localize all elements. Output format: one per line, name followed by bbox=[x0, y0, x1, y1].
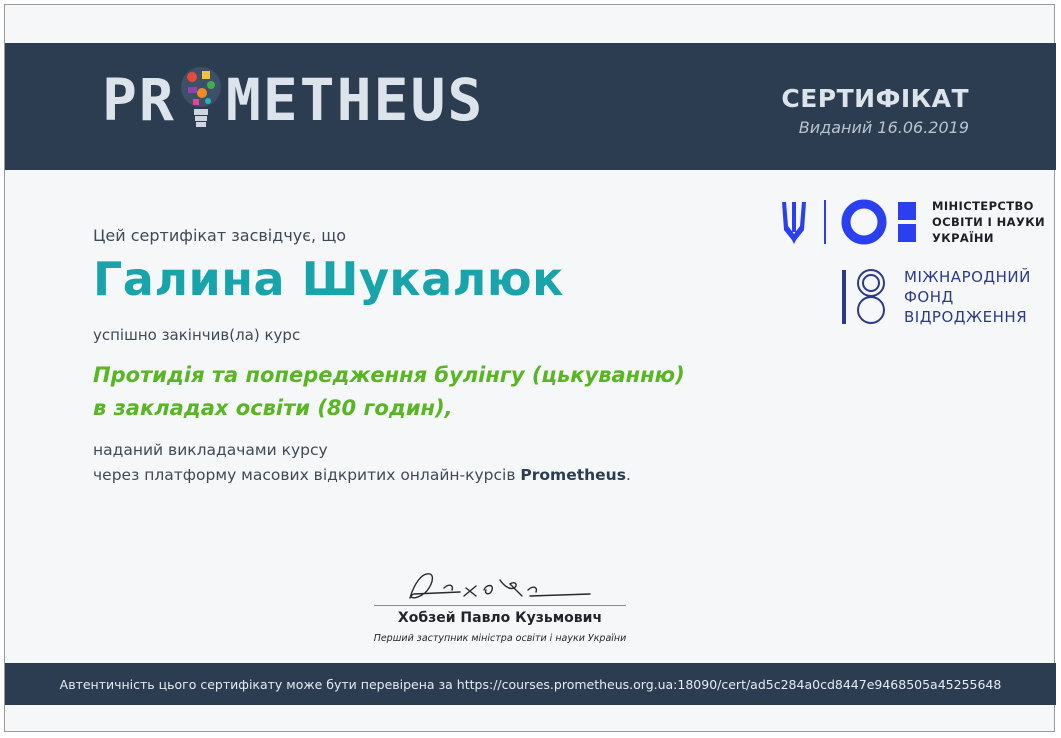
square-mark bbox=[898, 202, 916, 220]
certificate-title: СЕРТИФІКАТ bbox=[781, 84, 969, 113]
logo-text-left: PR bbox=[102, 66, 176, 134]
prometheus-logo: PR METHEUS bbox=[102, 60, 484, 140]
provided-line: через платформу масових відкритих онлайн… bbox=[93, 463, 631, 488]
platform-name: Prometheus bbox=[520, 466, 626, 484]
ministry-name: МІНІСТЕРСТВО ОСВІТИ І НАУКИ УКРАЇНИ bbox=[932, 198, 1045, 246]
ministry-line: УКРАЇНИ bbox=[932, 231, 994, 245]
foundation-line: ВІДРОДЖЕННЯ bbox=[904, 308, 1028, 326]
signatory-role: Перший заступник міністра освіти і науки… bbox=[373, 633, 627, 644]
square-mark bbox=[898, 224, 916, 242]
signature-line bbox=[374, 605, 626, 606]
ministry-line: МІНІСТЕРСТВО bbox=[932, 199, 1034, 213]
provided-suffix: . bbox=[625, 466, 631, 484]
course-title-line: в закладах освіти (80 годин), bbox=[93, 396, 453, 420]
verification-text: Автентичність цього сертифікату може бут… bbox=[59, 676, 1002, 692]
foundation-line: ФОНД bbox=[904, 288, 954, 306]
certificate-intro: Цей сертифікат засвідчує, що bbox=[93, 226, 347, 245]
signatory-name: Хобзей Павло Кузьмович bbox=[397, 610, 603, 626]
provided-line: наданий викладачами курсу bbox=[93, 441, 328, 459]
completed-text: успішно закінчив(ла) курс bbox=[93, 326, 301, 344]
divider-line bbox=[824, 200, 826, 244]
ring-mark bbox=[841, 199, 887, 245]
foundation-name: МІЖНАРОДНИЙ ФОНД ВІДРОДЖЕННЯ bbox=[904, 267, 1031, 327]
course-title: Протидія та попередження булінгу (цькува… bbox=[93, 359, 773, 425]
course-title-line: Протидія та попередження булінгу (цькува… bbox=[93, 363, 685, 387]
issue-date: Виданий 16.06.2019 bbox=[798, 118, 969, 137]
foundation-line: МІЖНАРОДНИЙ bbox=[904, 268, 1031, 286]
recipient-name: Галина Шукалюк bbox=[93, 252, 564, 306]
foundation-logo-icon bbox=[842, 269, 885, 324]
footer-bar: Автентичність цього сертифікату може бут… bbox=[5, 663, 1056, 705]
handwritten-signature bbox=[409, 573, 591, 599]
trident-icon bbox=[782, 202, 806, 244]
ministry-line: ОСВІТИ І НАУКИ bbox=[932, 215, 1046, 229]
lightbulb-icon bbox=[180, 67, 221, 127]
logo-text-right: METHEUS bbox=[225, 66, 485, 134]
provided-prefix: через платформу масових відкритих онлайн… bbox=[93, 466, 521, 484]
provided-text: наданий викладачами курсу через платформ… bbox=[93, 438, 631, 488]
